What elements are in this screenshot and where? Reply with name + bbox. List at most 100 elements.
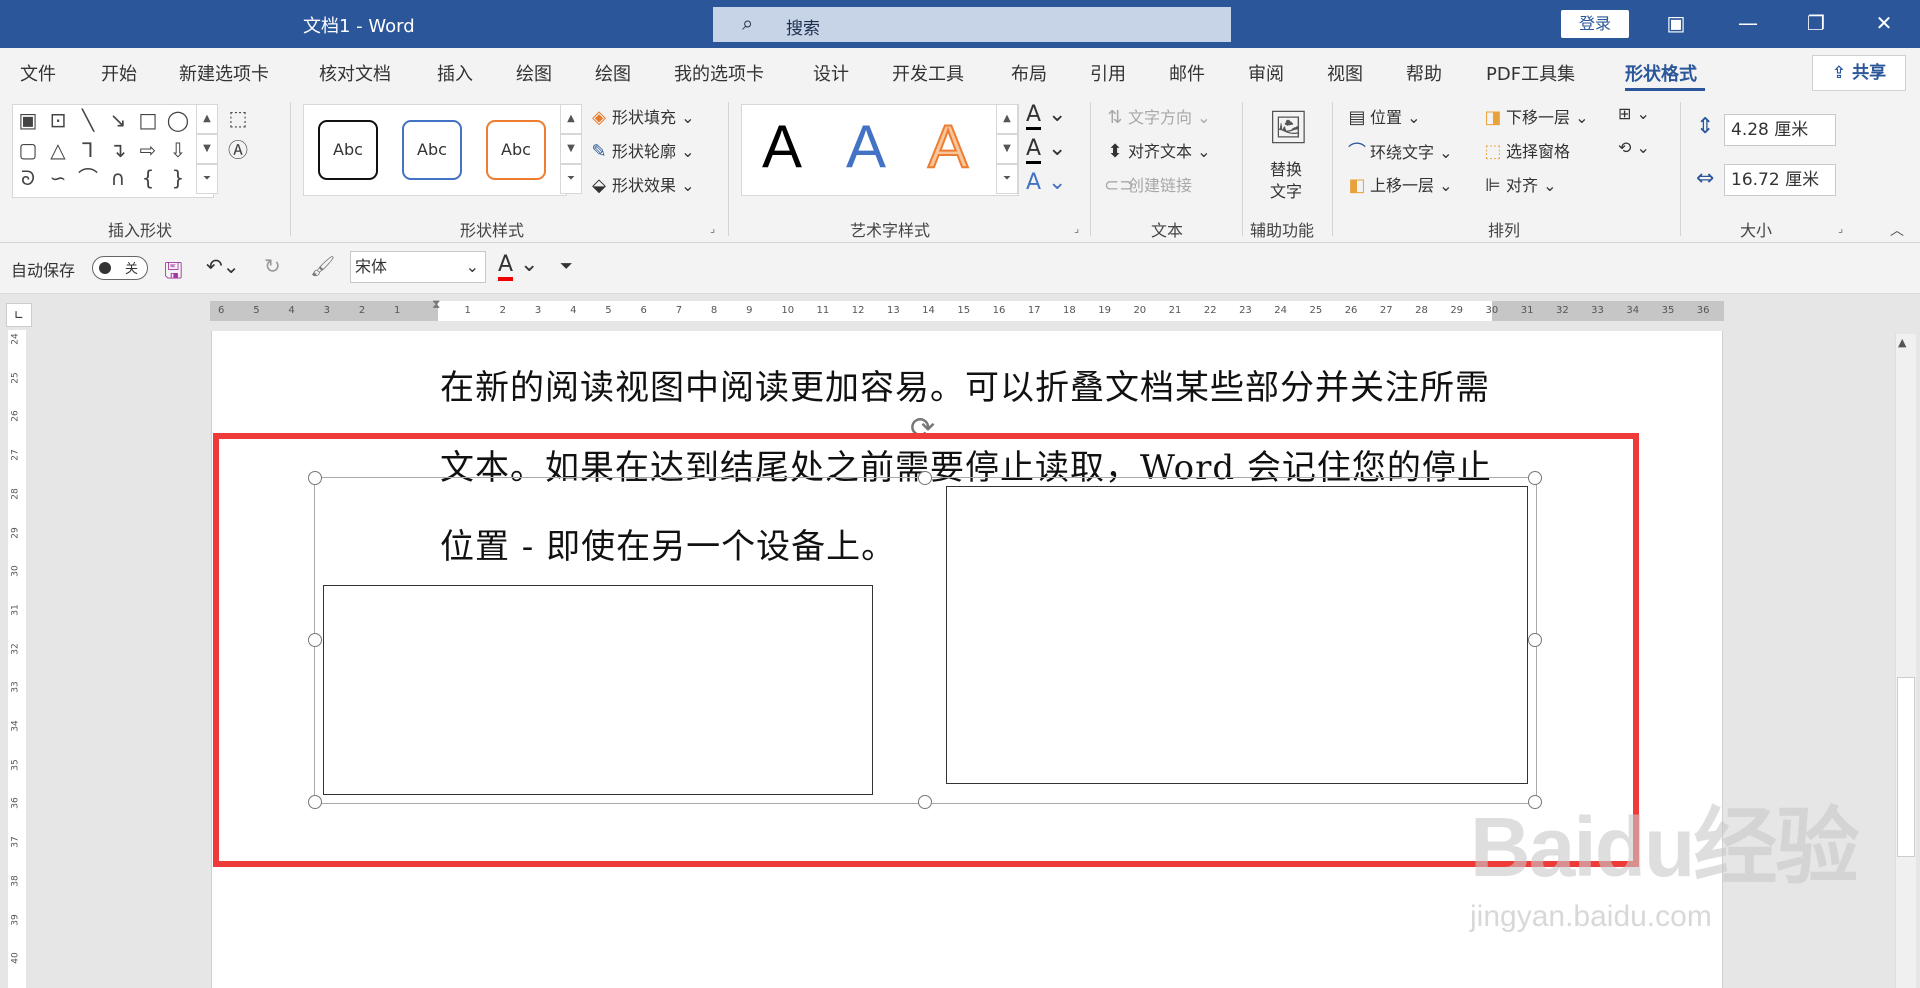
wordart-gallery-down-icon[interactable]: ▼ xyxy=(996,134,1018,164)
rounded-rect-icon[interactable]: ▢ xyxy=(16,138,40,162)
window-title: 文档1 - Word xyxy=(303,16,415,37)
font-color-icon[interactable]: A ⌄ xyxy=(498,252,539,281)
ribbon-display-button[interactable]: ▣ xyxy=(1654,8,1698,38)
rotate-icon[interactable]: ⟲ ⌄ xyxy=(1618,138,1650,157)
elbow-connector-icon[interactable]: ⅂ xyxy=(76,138,100,162)
group-objects-icon[interactable]: ⊞ ⌄ xyxy=(1618,104,1650,123)
bring-forward-button[interactable]: ◧ 上移一层 ⌄ xyxy=(1346,172,1452,196)
wordart-black[interactable]: A xyxy=(762,112,802,181)
style-preset-blue[interactable]: Abc xyxy=(402,120,462,180)
shape-height-input[interactable]: 4.28 厘米 xyxy=(1724,114,1836,146)
elbow-arrow-icon[interactable]: ↴ xyxy=(106,138,130,162)
scribble-icon[interactable]: ∽ xyxy=(46,166,70,190)
tab-pdf[interactable]: PDF工具集 xyxy=(1486,60,1575,86)
tab-mailings[interactable]: 邮件 xyxy=(1169,60,1205,86)
freeform-icon[interactable]: ᘐ xyxy=(16,166,40,190)
rectangle-icon[interactable]: □ xyxy=(136,108,160,132)
tab-selector-icon[interactable]: ∟ xyxy=(6,303,32,327)
tab-developer[interactable]: 开发工具 xyxy=(892,60,964,86)
wordart-gallery-up-icon[interactable]: ▲ xyxy=(996,104,1018,134)
tab-new[interactable]: 新建选项卡 xyxy=(179,60,269,86)
draw-textbox-icon[interactable]: Ⓐ xyxy=(226,138,250,162)
scroll-up-icon[interactable]: ▲ xyxy=(1898,336,1906,349)
oval-icon[interactable]: ◯ xyxy=(166,108,190,132)
style-gallery-more-icon[interactable]: ⏷ xyxy=(560,164,582,194)
scrollbar-thumb[interactable] xyxy=(1897,677,1915,857)
ruler-tick-label: 14 xyxy=(922,305,935,316)
gallery-more-icon[interactable]: ⏷ xyxy=(196,164,218,194)
font-name-dropdown[interactable]: 宋体 ⌄ xyxy=(350,251,486,283)
tab-insert[interactable]: 插入 xyxy=(437,60,473,86)
align-button[interactable]: ⊫ 对齐 ⌄ xyxy=(1482,172,1556,196)
right-arrow-icon[interactable]: ⇨ xyxy=(136,138,160,162)
shape-outline-button[interactable]: ✎ 形状轮廓 ⌄ xyxy=(588,138,694,162)
tab-my[interactable]: 我的选项卡 xyxy=(674,60,764,86)
style-preset-orange[interactable]: Abc xyxy=(486,120,546,180)
text-outline-icon[interactable]: A ⌄ xyxy=(1026,136,1067,164)
tab-design[interactable]: 设计 xyxy=(813,60,849,86)
alt-text-line2[interactable]: 文字 xyxy=(1270,178,1302,202)
arrow-line-icon[interactable]: ↘ xyxy=(106,108,130,132)
style-gallery-up-icon[interactable]: ▲ xyxy=(560,104,582,134)
arc-icon[interactable]: ⌒ xyxy=(76,166,100,190)
wordart-orange[interactable]: A xyxy=(927,112,969,181)
wordart-blue[interactable]: A xyxy=(846,112,886,181)
tab-draw-1[interactable]: 绘图 xyxy=(516,60,552,86)
restore-button[interactable]: ❐ xyxy=(1794,8,1838,38)
tab-review[interactable]: 审阅 xyxy=(1248,60,1284,86)
gallery-up-icon[interactable]: ▲ xyxy=(196,104,218,134)
wordart-launcher-icon[interactable]: ⌟ xyxy=(1074,222,1079,235)
tab-draw-2[interactable]: 绘图 xyxy=(595,60,631,86)
style-gallery-down-icon[interactable]: ▼ xyxy=(560,134,582,164)
shape-fill-button[interactable]: ◈ 形状填充 ⌄ xyxy=(588,104,694,128)
curve-icon[interactable]: ∩ xyxy=(106,166,130,190)
search-placeholder[interactable]: 搜索 xyxy=(786,14,820,39)
redo-icon[interactable]: ↻ xyxy=(264,254,281,278)
shape-width-input[interactable]: 16.72 厘米 xyxy=(1724,164,1836,196)
send-backward-button[interactable]: ◨ 下移一层 ⌄ xyxy=(1482,104,1588,128)
vertical-scrollbar[interactable] xyxy=(1895,334,1916,988)
shape-styles-launcher-icon[interactable]: ⌟ xyxy=(710,222,715,235)
align-text-button[interactable]: ⬍ 对齐文本 ⌄ xyxy=(1104,138,1210,162)
right-brace-icon[interactable]: } xyxy=(166,166,190,190)
tab-help[interactable]: 帮助 xyxy=(1406,60,1442,86)
down-arrow-icon[interactable]: ⇩ xyxy=(166,138,190,162)
format-painter-icon[interactable]: 🖌 xyxy=(310,254,335,278)
text-effects-icon[interactable]: A ⌄ xyxy=(1026,170,1066,195)
undo-icon[interactable]: ↶⌄ xyxy=(206,254,240,278)
style-preset-black[interactable]: Abc xyxy=(318,120,378,180)
tab-home[interactable]: 开始 xyxy=(101,60,137,86)
share-button[interactable]: ⇪ 共享 xyxy=(1812,55,1906,91)
left-brace-icon[interactable]: { xyxy=(136,166,160,190)
gallery-down-icon[interactable]: ▼ xyxy=(196,134,218,164)
shape-effects-button[interactable]: ⬙ 形状效果 ⌄ xyxy=(588,172,694,196)
alt-text-line1[interactable]: 替换 xyxy=(1270,156,1302,180)
triangle-icon[interactable]: △ xyxy=(46,138,70,162)
alt-text-icon[interactable]: 🖼 xyxy=(1268,108,1309,146)
position-button[interactable]: ▤ 位置 ⌄ xyxy=(1346,104,1420,128)
minimize-button[interactable]: — xyxy=(1726,8,1770,38)
login-button[interactable]: 登录 xyxy=(1561,10,1629,38)
tab-shape-format[interactable]: 形状格式 xyxy=(1625,60,1697,86)
line-icon[interactable]: ╲ xyxy=(76,108,100,132)
close-button[interactable]: ✕ xyxy=(1862,8,1906,38)
text-fill-icon[interactable]: A ⌄ xyxy=(1026,102,1067,130)
save-icon[interactable]: 🖫 xyxy=(164,254,183,292)
tab-view[interactable]: 视图 xyxy=(1327,60,1363,86)
selection-pane-button[interactable]: ⬚ 选择窗格 xyxy=(1482,138,1570,162)
document-line-1[interactable]: 在新的阅读视图中阅读更加容易。可以折叠文档某些部分并关注所需 xyxy=(440,360,1490,409)
collapse-ribbon-icon[interactable]: ︿ xyxy=(1890,220,1904,240)
customize-qat-icon[interactable]: ⏷ xyxy=(560,256,573,276)
tab-file[interactable]: 文件 xyxy=(20,60,56,86)
create-link-button: ⊂⊃创建链接 xyxy=(1104,175,1193,196)
tab-references[interactable]: 引用 xyxy=(1090,60,1126,86)
tab-layout[interactable]: 布局 xyxy=(1011,60,1047,86)
indent-marker-icon[interactable]: ⧗ xyxy=(432,297,440,312)
textbox-icon[interactable]: ▣ xyxy=(16,108,40,132)
tab-review-doc[interactable]: 核对文档 xyxy=(319,60,391,86)
vertical-textbox-icon[interactable]: ⊡ xyxy=(46,108,70,132)
wrap-text-button[interactable]: ⌒ 环绕文字 ⌄ xyxy=(1346,138,1453,164)
wordart-gallery-more-icon[interactable]: ⏷ xyxy=(996,164,1018,194)
edit-shape-icon[interactable]: ⬚ xyxy=(226,106,250,130)
size-launcher-icon[interactable]: ⌟ xyxy=(1838,222,1843,235)
